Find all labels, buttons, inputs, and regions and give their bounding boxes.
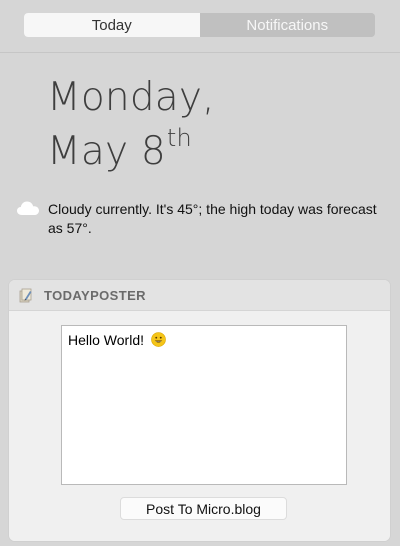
grinning-face-icon — [151, 332, 166, 347]
post-input-text: Hello World! — [68, 332, 144, 348]
tab-today[interactable]: Today — [24, 13, 200, 37]
todayposter-widget: TODAYPOSTER Hello World! Post To Micro.b… — [9, 280, 390, 541]
post-to-microblog-button[interactable]: Post To Micro.blog — [120, 497, 287, 520]
tab-notifications[interactable]: Notifications — [199, 13, 375, 37]
segmented-control: Today Notifications — [24, 13, 375, 37]
date-suffix: th — [166, 124, 192, 152]
header-divider — [0, 52, 400, 53]
date-weekday: Monday, — [47, 75, 215, 120]
date-display: Monday, May 8th — [47, 76, 215, 174]
weather-summary: Cloudy currently. It's 45°; the high tod… — [48, 201, 377, 236]
widget-header: TODAYPOSTER — [9, 280, 390, 311]
date-month-day: May 8 — [47, 129, 166, 174]
app-icon — [18, 287, 34, 303]
cloud-icon — [16, 200, 40, 216]
post-text-input[interactable]: Hello World! — [61, 325, 347, 485]
widget-body: Hello World! Post To Micro.blog — [9, 311, 390, 541]
widget-title: TODAYPOSTER — [44, 287, 146, 303]
date-month-day-line: May 8th — [47, 120, 215, 174]
